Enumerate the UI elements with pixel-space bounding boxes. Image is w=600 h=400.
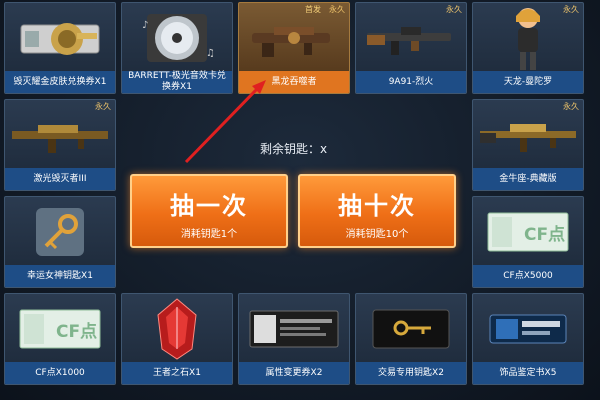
reward-item-7[interactable]: 永久 金牛座-典藏版 [472,99,584,191]
item-label: CF点X1000 [5,362,115,384]
voucher-icon [5,3,115,73]
item-label: 王者之石X1 [122,362,232,384]
reward-item-12[interactable]: 属性变更券X2 [238,293,350,385]
item-label: 9A91-烈火 [356,71,466,93]
reward-item-3[interactable]: 首发 永久 黑龙吞噬者 [238,2,350,94]
reward-item-9[interactable]: CF点 CF点X5000 [472,196,584,288]
item-label: 饰品鉴定书X5 [473,362,583,384]
draw-ten-button[interactable]: 抽十次 消耗钥匙10个 [298,174,456,248]
laser-gun-icon [5,100,115,170]
item-label: 毁灭耀金皮肤兑换券X1 [5,71,115,93]
item-label: 幸运女神钥匙X1 [5,265,115,287]
item-label: CF点X5000 [473,265,583,287]
item-label: 黑龙吞噬者 [239,71,349,93]
reward-item-2[interactable]: ♪ ♫ BARRETT-极光音效卡兑换券X1 [121,2,233,94]
item-label: 金牛座-典藏版 [473,168,583,190]
gun-icon [239,3,349,73]
item-label: 交易专用钥匙X2 [356,362,466,384]
item-label: BARRETT-极光音效卡兑换券X1 [122,71,232,93]
draw-once-button[interactable]: 抽一次 消耗钥匙1个 [130,174,288,248]
attribute-voucher-icon [239,294,349,364]
item-label: 天龙-曼陀罗 [473,71,583,93]
remaining-keys-text: 剩余钥匙：x [260,142,328,156]
reward-item-6[interactable]: 永久 激光毁灭者III [4,99,116,191]
character-icon [473,3,583,73]
item-label: 激光毁灭者III [5,168,115,190]
trade-key-icon [356,294,466,364]
item-label: 属性变更券X2 [239,362,349,384]
rifle-icon [356,3,466,73]
svg-text:CF点: CF点 [524,224,565,245]
draw-ten-title: 抽十次 [338,192,416,220]
cf-points-card-icon: CF点 [5,294,115,364]
svg-text:CF点: CF点 [56,321,97,342]
key-icon [5,197,115,267]
music-disc-icon: ♪ ♫ [122,3,232,73]
appraisal-book-icon [473,294,583,364]
reward-item-8[interactable]: 幸运女神钥匙X1 [4,196,116,288]
reward-item-10[interactable]: CF点 CF点X1000 [4,293,116,385]
reward-item-14[interactable]: 饰品鉴定书X5 [472,293,584,385]
gold-gun-icon [473,100,583,170]
reward-item-4[interactable]: 永久 9A91-烈火 [355,2,467,94]
cf-points-card-icon: CF点 [473,197,583,267]
draw-once-cost: 消耗钥匙1个 [180,229,238,240]
draw-ten-cost: 消耗钥匙10个 [345,229,409,240]
reward-item-5[interactable]: 永久 天龙-曼陀罗 [472,2,584,94]
red-gem-icon [122,294,232,364]
reward-item-11[interactable]: 王者之石X1 [121,293,233,385]
reward-item-13[interactable]: 交易专用钥匙X2 [355,293,467,385]
svg-text:♪: ♪ [142,20,148,31]
svg-text:♫: ♫ [206,48,215,59]
reward-item-1[interactable]: 毁灭耀金皮肤兑换券X1 [4,2,116,94]
draw-once-title: 抽一次 [170,192,248,220]
